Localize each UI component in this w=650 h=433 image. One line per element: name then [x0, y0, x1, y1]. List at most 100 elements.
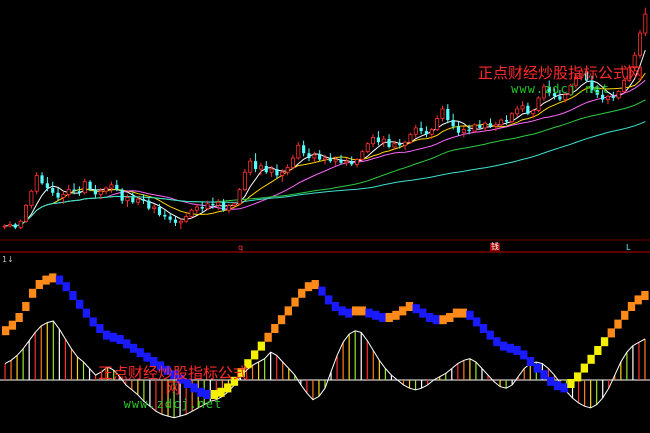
candle-body-down — [488, 123, 493, 127]
candle-body-up — [2, 225, 7, 228]
signal-block — [446, 313, 454, 322]
marker-q: q — [238, 243, 244, 252]
candle-body-down — [339, 159, 343, 163]
candle-body-down — [115, 184, 119, 190]
candle-body-up — [435, 118, 440, 130]
signal-block — [76, 299, 84, 309]
signal-block — [62, 282, 70, 292]
candle-body-down — [526, 105, 530, 114]
signal-block — [15, 313, 23, 322]
candle-body-down — [275, 169, 279, 176]
signal-block — [486, 330, 494, 340]
candle-body-up — [29, 190, 34, 206]
candle-body-up — [365, 143, 370, 153]
candle-body-up — [18, 220, 23, 228]
signal-block — [432, 315, 440, 325]
signal-block — [547, 376, 555, 386]
candle-body-down — [157, 207, 162, 215]
candle-body-down — [173, 219, 178, 223]
candle-body-down — [376, 137, 380, 143]
signal-block — [338, 306, 346, 316]
candle-body-up — [61, 193, 66, 198]
signal-block — [291, 297, 299, 307]
signal-block — [264, 332, 272, 342]
candle-body-up — [125, 197, 130, 202]
candle-body-down — [302, 145, 306, 154]
candle-body-up — [312, 154, 317, 159]
candle-body-down — [478, 124, 482, 128]
candle-body-up — [344, 160, 349, 164]
signal-block — [298, 288, 306, 298]
candle-body-up — [637, 32, 642, 56]
signal-block — [351, 306, 360, 316]
signal-block — [567, 379, 575, 388]
candle-body-down — [318, 154, 322, 160]
candle-body-up — [34, 174, 39, 192]
signal-block — [378, 313, 387, 322]
signal-block — [506, 343, 515, 353]
candle-body-up — [205, 203, 210, 209]
signal-block — [89, 317, 97, 327]
candle-body-down — [424, 131, 429, 135]
signal-block — [69, 291, 77, 300]
signal-block — [412, 304, 420, 314]
signal-block — [22, 302, 30, 311]
candle-body-up — [360, 151, 365, 160]
signal-block — [284, 306, 292, 316]
candle-body-up — [269, 168, 274, 173]
candle-body-up — [24, 205, 29, 222]
signal-block — [372, 310, 380, 320]
candle-body-up — [333, 159, 338, 162]
signal-block — [385, 313, 393, 322]
candle-body-up — [242, 171, 247, 191]
signal-block — [466, 310, 474, 320]
candle-body-down — [504, 120, 509, 122]
signal-block — [560, 383, 568, 393]
signal-block — [82, 308, 91, 318]
signal-block — [452, 308, 461, 318]
signal-block — [116, 335, 124, 344]
signal-block — [96, 324, 104, 333]
signal-block — [459, 308, 467, 318]
signal-block — [28, 288, 37, 298]
candle-body-up — [461, 129, 466, 134]
candle-body-up — [413, 127, 418, 135]
signal-block — [399, 306, 407, 316]
watermark-bottom-chinese: 正点财经炒股指标公式网 — [98, 364, 249, 397]
signal-block — [102, 330, 111, 340]
candle-body-up — [322, 157, 328, 160]
candle-body-up — [440, 108, 445, 119]
candle-body-up — [472, 124, 477, 132]
signal-block — [614, 319, 622, 329]
candle-body-down — [147, 200, 151, 209]
watermark-top-url: www.zdcj.net — [511, 82, 610, 96]
signal-block — [607, 328, 615, 338]
candle-body-up — [515, 108, 520, 115]
candle-body-down — [163, 214, 167, 217]
signal-block — [2, 326, 10, 336]
candle-body-up — [216, 201, 221, 206]
candle-body-up — [136, 198, 141, 203]
signal-block — [42, 275, 50, 285]
signal-block — [123, 339, 131, 349]
candle-body-up — [280, 171, 285, 176]
ma20-line — [4, 79, 646, 227]
signal-block — [271, 324, 279, 333]
candle-body-up — [226, 205, 231, 211]
candle-body-up — [536, 97, 541, 111]
candle-body-down — [200, 207, 204, 209]
signal-block — [499, 341, 508, 351]
signal-block — [473, 317, 481, 327]
signal-block — [8, 320, 17, 330]
candle-body-down — [446, 108, 450, 121]
signal-block — [425, 313, 434, 322]
candle-body-up — [109, 184, 114, 189]
signal-block — [129, 343, 138, 353]
candle-body-up — [381, 138, 386, 143]
signal-block — [540, 370, 548, 380]
signal-block — [533, 363, 541, 373]
signal-block — [513, 346, 521, 355]
candle-body-down — [307, 153, 311, 158]
candle-body-up — [520, 105, 525, 110]
candle-body-up — [429, 129, 434, 135]
